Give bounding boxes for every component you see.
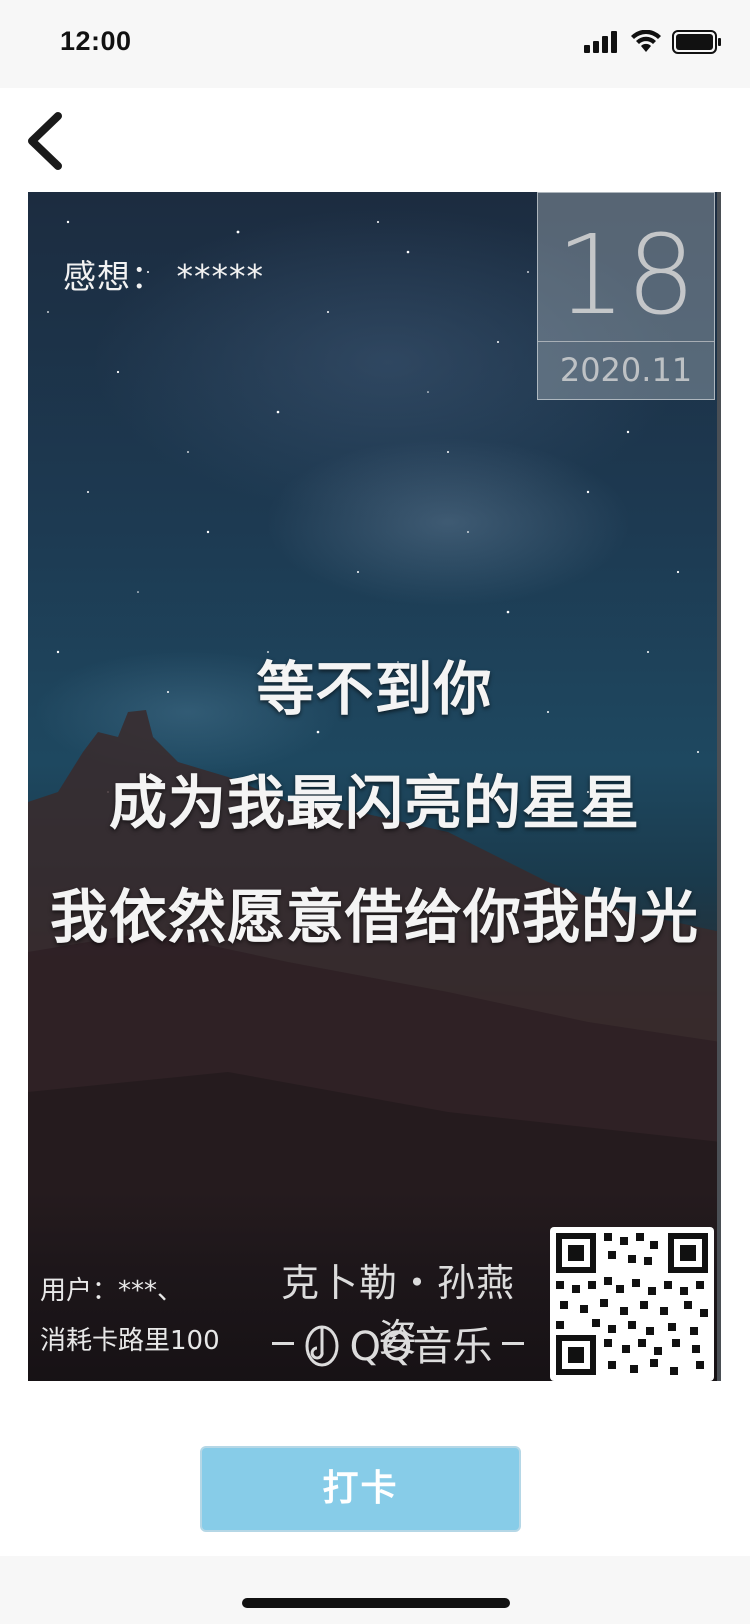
poster-image: 感想： ***** 18 2020.11 等不到你 成为我最闪亮的星星 我依然愿… <box>28 192 721 1381</box>
chevron-left-icon <box>28 112 62 170</box>
date-badge: 18 2020.11 <box>537 192 715 400</box>
brand-text: QQ音乐 <box>349 1324 493 1370</box>
qq-music-brand: QQ音乐 <box>268 1314 528 1372</box>
lyrics: 等不到你 成为我最闪亮的星星 我依然愿意借给你我的光 <box>28 632 721 974</box>
date-day: 18 <box>556 211 696 339</box>
battery-icon <box>672 30 721 54</box>
lyric-line: 成为我最闪亮的星星 <box>108 769 640 837</box>
home-area <box>0 1556 750 1624</box>
qr-code-icon <box>550 1227 714 1381</box>
calories-label: 消耗卡路里100 <box>40 1326 220 1356</box>
status-bar: 12:00 <box>0 0 750 88</box>
lyric-line: 我依然愿意借给你我的光 <box>49 883 699 951</box>
nav-bar <box>0 88 750 192</box>
wifi-icon <box>631 30 661 52</box>
checkin-button[interactable]: 打卡 <box>200 1446 521 1532</box>
home-indicator[interactable] <box>242 1598 510 1608</box>
dash-left <box>271 1341 294 1345</box>
status-icons <box>584 30 722 54</box>
signal-icon <box>584 31 617 53</box>
date-year-month: 2020.11 <box>559 351 693 389</box>
poster-edge <box>717 192 721 1381</box>
status-time: 12:00 <box>60 26 132 56</box>
lyric-line: 等不到你 <box>256 655 493 723</box>
qq-music-logo-icon <box>305 1325 339 1367</box>
feeling-text: 感想： ***** <box>63 257 264 296</box>
user-label: 用户：***、 <box>40 1276 184 1306</box>
dash-right <box>502 1341 525 1345</box>
back-button[interactable] <box>18 108 78 174</box>
date-divider <box>538 341 714 342</box>
